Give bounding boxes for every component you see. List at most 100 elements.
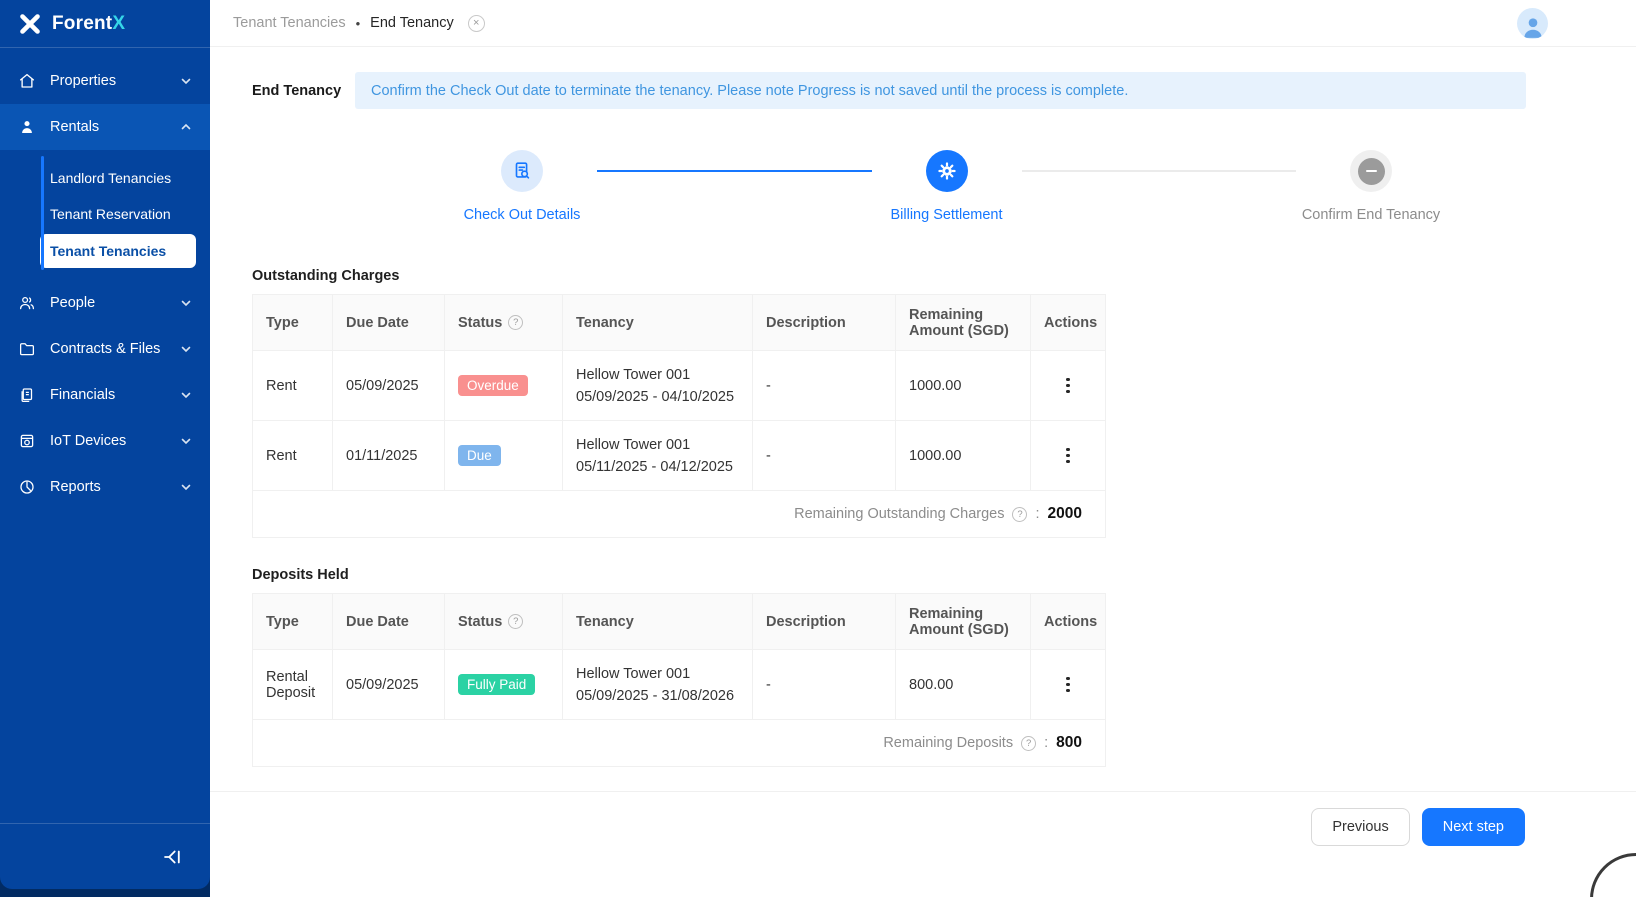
home-icon — [18, 72, 36, 90]
col-due-date: Due Date — [333, 594, 445, 650]
cell-remaining: 1000.00 — [896, 351, 1031, 421]
kebab-menu-icon[interactable] — [1057, 445, 1079, 467]
sidebar-nav: Properties Rentals Landlord Tenancies Te… — [0, 48, 210, 823]
cell-description: - — [753, 351, 896, 421]
kebab-menu-icon[interactable] — [1057, 375, 1079, 397]
help-icon[interactable] — [508, 315, 523, 330]
app-root: ForentX Properties Rentals — [0, 0, 1636, 897]
cell-due-date: 01/11/2025 — [333, 421, 445, 491]
cell-type: Rent — [253, 421, 333, 491]
cell-tenancy: Hellow Tower 00105/09/2025 - 04/10/2025 — [563, 351, 753, 421]
sidebar-item-landlord-tenancies[interactable]: Landlord Tenancies — [40, 162, 196, 194]
table-row: Rent 05/09/2025 Overdue Hellow Tower 001… — [253, 351, 1106, 421]
sidebar-item-rentals[interactable]: Rentals — [0, 104, 210, 150]
summary-label: Remaining Deposits — [883, 735, 1013, 751]
cell-status: Due — [445, 421, 563, 491]
cell-tenancy: Hellow Tower 00105/09/2025 - 31/08/2026 — [563, 650, 753, 720]
table-header-row: Type Due Date Status Tenancy Description… — [253, 295, 1106, 351]
cell-remaining: 800.00 — [896, 650, 1031, 720]
help-icon[interactable] — [508, 614, 523, 629]
col-tenancy: Tenancy — [563, 594, 753, 650]
gear-icon — [926, 150, 968, 192]
help-icon[interactable] — [1012, 507, 1027, 522]
breadcrumb-parent[interactable]: Tenant Tenancies — [233, 15, 346, 31]
sidebar-item-properties[interactable]: Properties — [0, 58, 210, 104]
table-header-row: Type Due Date Status Tenancy Description… — [253, 594, 1106, 650]
cell-due-date: 05/09/2025 — [333, 650, 445, 720]
user-avatar[interactable] — [1517, 8, 1548, 39]
collapse-sidebar-icon[interactable] — [158, 844, 184, 870]
stepper: Check Out Details Billing Settlement — [447, 150, 1446, 223]
col-status: Status — [445, 594, 563, 650]
sidebar-item-label: Rentals — [50, 119, 166, 135]
brand-name: ForentX — [52, 13, 125, 35]
breadcrumb: Tenant Tenancies • End Tenancy — [233, 15, 485, 32]
submenu-indicator — [41, 156, 44, 270]
outstanding-charges-table: Type Due Date Status Tenancy Description… — [252, 294, 1106, 538]
content: End Tenancy Confirm the Check Out date t… — [210, 47, 1636, 791]
main-area: Tenant Tenancies • End Tenancy End Tenan… — [210, 0, 1636, 897]
outstanding-summary-row: Remaining Outstanding Charges : 2000 — [253, 491, 1106, 538]
close-tab-icon[interactable] — [468, 15, 485, 32]
document-search-icon — [501, 150, 543, 192]
sidebar-item-people[interactable]: People — [0, 280, 210, 326]
cell-status: Fully Paid — [445, 650, 563, 720]
sidebar-item-label: IoT Devices — [50, 433, 166, 449]
sidebar: ForentX Properties Rentals — [0, 0, 210, 889]
status-badge: Overdue — [458, 375, 528, 396]
step-label: Billing Settlement — [890, 207, 1002, 223]
deposits-total: 800 — [1056, 734, 1082, 752]
cell-actions — [1031, 421, 1106, 491]
cell-remaining: 1000.00 — [896, 421, 1031, 491]
banner-row: End Tenancy Confirm the Check Out date t… — [252, 72, 1526, 109]
step-confirm-end-tenancy[interactable]: Confirm End Tenancy — [1296, 150, 1446, 223]
person-icon — [18, 118, 36, 136]
col-tenancy: Tenancy — [563, 295, 753, 351]
chat-widget-icon[interactable] — [1590, 853, 1636, 897]
step-label: Confirm End Tenancy — [1302, 207, 1440, 223]
chevron-up-icon — [180, 121, 192, 133]
cell-due-date: 05/09/2025 — [333, 351, 445, 421]
sidebar-item-tenant-reservation[interactable]: Tenant Reservation — [40, 198, 196, 230]
table-row: Rent 01/11/2025 Due Hellow Tower 00105/1… — [253, 421, 1106, 491]
deposits-summary-row: Remaining Deposits : 800 — [253, 720, 1106, 767]
help-icon[interactable] — [1021, 736, 1036, 751]
minus-circle-icon — [1350, 150, 1392, 192]
sidebar-item-label: Financials — [50, 387, 166, 403]
sidebar-item-tenant-tenancies[interactable]: Tenant Tenancies — [40, 234, 196, 268]
previous-button[interactable]: Previous — [1311, 808, 1409, 846]
sidebar-item-financials[interactable]: Financials — [0, 372, 210, 418]
sidebar-item-contracts-files[interactable]: Contracts & Files — [0, 326, 210, 372]
cell-status: Overdue — [445, 351, 563, 421]
breadcrumb-current: End Tenancy — [370, 15, 454, 31]
step-check-out-details[interactable]: Check Out Details — [447, 150, 597, 223]
step-label: Check Out Details — [464, 207, 581, 223]
col-remaining-amount: Remaining Amount (SGD) — [896, 295, 1031, 351]
breadcrumb-separator: • — [356, 16, 361, 31]
sidebar-item-label: Properties — [50, 73, 166, 89]
folder-icon — [18, 340, 36, 358]
step-connector-pending — [1022, 170, 1297, 172]
cell-description: - — [753, 421, 896, 491]
chevron-down-icon — [180, 435, 192, 447]
cell-actions — [1031, 351, 1106, 421]
next-step-button[interactable]: Next step — [1422, 808, 1525, 846]
sidebar-item-reports[interactable]: Reports — [0, 464, 210, 510]
sidebar-column: ForentX Properties Rentals — [0, 0, 210, 897]
documents-icon — [18, 386, 36, 404]
sidebar-item-label: Reports — [50, 479, 166, 495]
col-status: Status — [445, 295, 563, 351]
step-billing-settlement[interactable]: Billing Settlement — [872, 150, 1022, 223]
sidebar-item-label: People — [50, 295, 166, 311]
cell-actions — [1031, 650, 1106, 720]
sidebar-footer — [0, 823, 210, 889]
cell-type: Rent — [253, 351, 333, 421]
chevron-down-icon — [180, 297, 192, 309]
status-badge: Due — [458, 445, 501, 466]
brand[interactable]: ForentX — [0, 0, 210, 47]
kebab-menu-icon[interactable] — [1057, 674, 1079, 696]
sidebar-item-iot-devices[interactable]: IoT Devices — [0, 418, 210, 464]
chevron-down-icon — [180, 481, 192, 493]
chevron-down-icon — [180, 75, 192, 87]
col-description: Description — [753, 295, 896, 351]
